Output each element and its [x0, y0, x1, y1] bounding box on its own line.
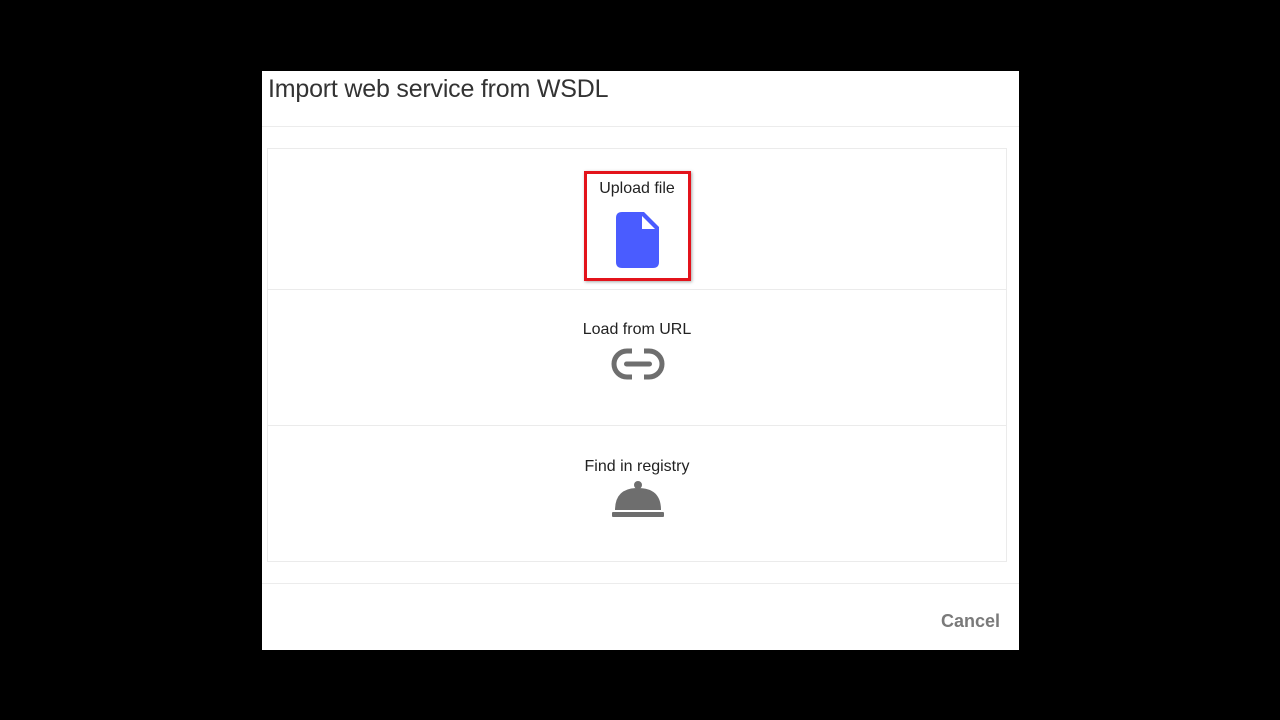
title-divider	[262, 126, 1019, 127]
import-wsdl-dialog: Import web service from WSDL Upload file…	[262, 71, 1019, 650]
service-bell-icon	[612, 481, 664, 517]
link-icon	[611, 348, 665, 380]
import-options-list: Upload file Load from URL Find in regist…	[267, 148, 1007, 562]
cancel-button[interactable]: Cancel	[941, 611, 1000, 632]
load-from-url-option[interactable]: Load from URL	[268, 290, 1006, 426]
find-in-registry-option[interactable]: Find in registry	[268, 426, 1006, 561]
footer-divider	[262, 583, 1019, 584]
find-in-registry-label: Find in registry	[584, 458, 690, 475]
dialog-title: Import web service from WSDL	[268, 75, 609, 103]
highlight-box	[584, 171, 691, 281]
load-from-url-label: Load from URL	[582, 321, 692, 338]
upload-file-option[interactable]: Upload file	[268, 149, 1006, 290]
